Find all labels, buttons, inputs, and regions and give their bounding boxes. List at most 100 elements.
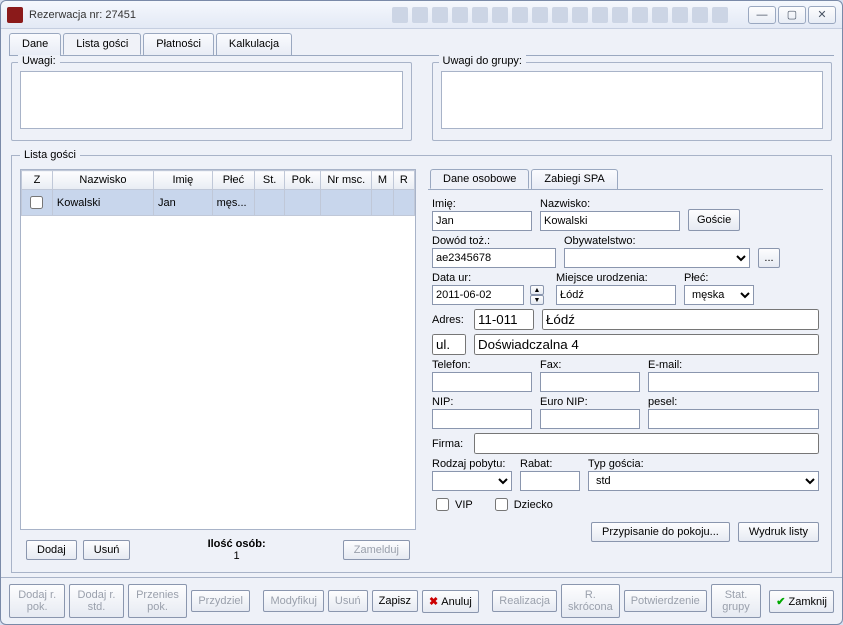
- cell-pok: [285, 190, 321, 216]
- telefon-label: Telefon:: [432, 359, 532, 371]
- zapisz-button[interactable]: Zapisz: [372, 590, 418, 612]
- dowod-input[interactable]: [432, 248, 556, 268]
- uwagi-grupy-textarea[interactable]: [441, 71, 824, 129]
- pesel-label: pesel:: [648, 396, 819, 408]
- row-checkbox[interactable]: [30, 196, 43, 209]
- col-st[interactable]: St.: [255, 171, 285, 190]
- miejsce-input[interactable]: [556, 285, 676, 305]
- cell-imie: Jan: [154, 190, 213, 216]
- lista-legend: Lista gości: [20, 149, 80, 161]
- usun-bottom-button[interactable]: Usuń: [328, 590, 368, 612]
- maximize-button[interactable]: ▢: [778, 6, 806, 24]
- zamknij-button[interactable]: ✔Zamknij: [769, 590, 834, 613]
- cell-nazwisko: Kowalski: [52, 190, 153, 216]
- nip-label: NIP:: [432, 396, 532, 408]
- dziecko-label: Dziecko: [514, 499, 553, 511]
- pesel-input[interactable]: [648, 409, 819, 429]
- obyw-label: Obywatelstwo:: [564, 235, 750, 247]
- uwagi-label: Uwagi:: [18, 55, 60, 67]
- count-value: 1: [136, 550, 336, 562]
- toolbar-icons: [392, 7, 728, 23]
- ul-prefix-input[interactable]: [432, 334, 466, 355]
- zamelduj-button[interactable]: Zamelduj: [343, 540, 410, 560]
- subtab-zabiegi-spa[interactable]: Zabiegi SPA: [531, 169, 617, 189]
- plec-label: Płeć:: [684, 272, 754, 284]
- nazwisko-label: Nazwisko:: [540, 198, 680, 210]
- tab-lista-gosci[interactable]: Lista gości: [63, 33, 141, 55]
- statgrupy-button[interactable]: Stat. grupy: [711, 584, 761, 618]
- fax-label: Fax:: [540, 359, 640, 371]
- obyw-ellipsis-button[interactable]: ...: [758, 248, 780, 268]
- subtab-dane-osobowe[interactable]: Dane osobowe: [430, 169, 529, 189]
- miejsce-label: Miejsce urodzenia:: [556, 272, 676, 284]
- dodaj-rpok-button[interactable]: Dodaj r. pok.: [9, 584, 65, 618]
- obyw-select[interactable]: [564, 248, 750, 268]
- dataur-label: Data ur:: [432, 272, 548, 284]
- rskrocona-button[interactable]: R. skrócona: [561, 584, 620, 618]
- przypisanie-button[interactable]: Przypisanie do pokoju...: [591, 522, 730, 542]
- email-label: E-mail:: [648, 359, 819, 371]
- przenies-button[interactable]: Przenies pok.: [128, 584, 188, 618]
- euronip-input[interactable]: [540, 409, 640, 429]
- telefon-input[interactable]: [432, 372, 532, 392]
- col-r[interactable]: R: [393, 171, 414, 190]
- fax-input[interactable]: [540, 372, 640, 392]
- modyfikuj-button[interactable]: Modyfikuj: [263, 590, 323, 612]
- rodzaj-label: Rodzaj pobytu:: [432, 458, 512, 470]
- col-nazwisko[interactable]: Nazwisko: [52, 171, 153, 190]
- table-row[interactable]: Kowalski Jan męs...: [22, 190, 415, 216]
- tab-kalkulacja[interactable]: Kalkulacja: [216, 33, 292, 55]
- tab-platnosci[interactable]: Płatności: [143, 33, 214, 55]
- cell-nrmsc: [321, 190, 372, 216]
- przydziel-button[interactable]: Przydziel: [191, 590, 250, 612]
- firma-label: Firma:: [432, 438, 466, 450]
- app-icon: [7, 7, 23, 23]
- wydruk-button[interactable]: Wydruk listy: [738, 522, 819, 542]
- dataur-up-button[interactable]: ▲: [530, 285, 544, 295]
- email-input[interactable]: [648, 372, 819, 392]
- dziecko-checkbox[interactable]: [495, 498, 508, 511]
- rabat-label: Rabat:: [520, 458, 580, 470]
- euronip-label: Euro NIP:: [540, 396, 640, 408]
- firma-input[interactable]: [474, 433, 819, 454]
- rodzaj-select[interactable]: [432, 471, 512, 491]
- cancel-icon: ✖: [429, 596, 438, 608]
- dataur-down-button[interactable]: ▼: [530, 295, 544, 305]
- adres-miasto-input[interactable]: [542, 309, 819, 330]
- dodaj-rstd-button[interactable]: Dodaj r. std.: [69, 584, 123, 618]
- imie-label: Imię:: [432, 198, 532, 210]
- usun-button[interactable]: Usuń: [83, 540, 131, 560]
- window-title: Rezerwacja nr: 27451: [29, 9, 392, 21]
- vip-checkbox[interactable]: [436, 498, 449, 511]
- vip-label: VIP: [455, 499, 473, 511]
- ul-input[interactable]: [474, 334, 819, 355]
- col-imie[interactable]: Imię: [154, 171, 213, 190]
- potwierdzenie-button[interactable]: Potwierdzenie: [624, 590, 707, 612]
- rabat-input[interactable]: [520, 471, 580, 491]
- col-pok[interactable]: Pok.: [285, 171, 321, 190]
- check-icon: ✔: [776, 596, 785, 608]
- cell-r: [393, 190, 414, 216]
- minimize-button[interactable]: —: [748, 6, 776, 24]
- nazwisko-input[interactable]: [540, 211, 680, 231]
- typ-label: Typ gościa:: [588, 458, 819, 470]
- plec-select[interactable]: męska: [684, 285, 754, 305]
- typ-select[interactable]: std: [588, 471, 819, 491]
- col-m[interactable]: M: [372, 171, 393, 190]
- dataur-input[interactable]: [432, 285, 524, 305]
- anuluj-button[interactable]: ✖Anuluj: [422, 590, 479, 613]
- col-plec[interactable]: Płeć: [212, 171, 255, 190]
- nip-input[interactable]: [432, 409, 532, 429]
- adres-label: Adres:: [432, 314, 466, 326]
- adres-kod-input[interactable]: [474, 309, 534, 330]
- col-z[interactable]: Z: [22, 171, 53, 190]
- cell-plec: męs...: [212, 190, 255, 216]
- dodaj-button[interactable]: Dodaj: [26, 540, 77, 560]
- close-button[interactable]: ✕: [808, 6, 836, 24]
- goscie-button[interactable]: Goście: [688, 209, 740, 231]
- imie-input[interactable]: [432, 211, 532, 231]
- col-nrmsc[interactable]: Nr msc.: [321, 171, 372, 190]
- uwagi-textarea[interactable]: [20, 71, 403, 129]
- realizacja-button[interactable]: Realizacja: [492, 590, 557, 612]
- tab-dane[interactable]: Dane: [9, 33, 61, 55]
